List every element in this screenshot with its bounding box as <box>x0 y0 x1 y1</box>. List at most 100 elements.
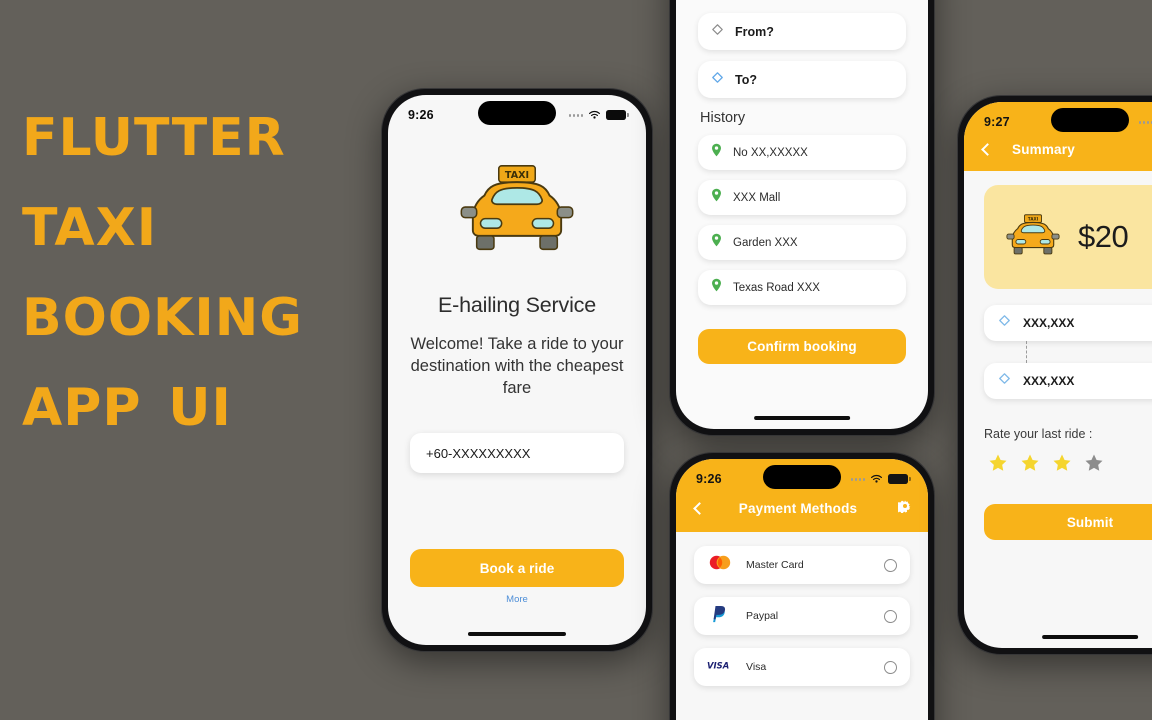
status-bar: 9:27 <box>964 102 1152 142</box>
location-diamond-icon <box>998 314 1011 332</box>
confirm-booking-button[interactable]: Confirm booking <box>698 329 906 364</box>
route-connector <box>1026 341 1027 363</box>
history-item-label: No XX,XXXXX <box>733 146 808 159</box>
status-indicators <box>568 109 629 121</box>
poster-title: Flutter Taxi Booking App UI <box>22 87 382 444</box>
phone-mockup-payment: 9:26 Payment Methods Master Card Paypal … <box>669 452 935 720</box>
history-item-label: Texas Road XXX <box>733 281 820 294</box>
pickup-location-label: XXX,XXX <box>1023 316 1075 330</box>
phone-mockup-summary: 9:27 Summary TAXI $20 XXX,XXX XXX,XXX Ra… <box>957 95 1152 655</box>
history-item[interactable]: Garden XXX <box>698 225 906 260</box>
signal-dots-icon <box>850 477 865 481</box>
location-diamond-icon <box>711 23 724 41</box>
taxi-car-icon: TAXI <box>459 161 575 257</box>
chevron-left-icon[interactable] <box>981 143 994 156</box>
payment-appbar: Payment Methods <box>676 499 928 532</box>
status-time: 9:26 <box>408 108 434 122</box>
star-icon-filled[interactable] <box>988 453 1008 478</box>
location-diamond-icon <box>998 372 1011 390</box>
payment-method-row[interactable]: Master Card <box>694 546 910 584</box>
history-item[interactable]: Texas Road XXX <box>698 270 906 305</box>
star-icon-filled[interactable] <box>1020 453 1040 478</box>
home-indicator <box>754 415 850 420</box>
home-screen: 9:26 TAXI E-hailing Service Welcome! Tak… <box>388 95 646 645</box>
title-line-1: Flutter <box>22 87 286 173</box>
status-bar: 9:26 <box>676 459 928 499</box>
fare-amount: $20 <box>1078 219 1129 254</box>
title-line-4: App UI <box>22 357 232 444</box>
phone-mockup-booking: From? To? History No XX,XXXXX XXX Mall G… <box>669 0 935 436</box>
booking-screen: From? To? History No XX,XXXXX XXX Mall G… <box>676 0 928 429</box>
dropoff-location-row[interactable]: XXX,XXX <box>984 363 1152 399</box>
payment-method-row[interactable]: Paypal <box>694 597 910 635</box>
status-indicators <box>1138 117 1152 128</box>
wifi-icon <box>870 474 883 484</box>
history-item[interactable]: No XX,XXXXX <box>698 135 906 170</box>
status-indicators <box>850 473 911 485</box>
payment-screen: 9:26 Payment Methods Master Card Paypal … <box>676 459 928 720</box>
map-pin-icon <box>711 143 722 162</box>
phone-mockup-home: 9:26 TAXI E-hailing Service Welcome! Tak… <box>381 88 653 652</box>
rating-label: Rate your last ride : <box>984 427 1093 441</box>
dropoff-location-label: XXX,XXX <box>1023 374 1075 388</box>
svg-text:TAXI: TAXI <box>1028 216 1039 221</box>
payment-method-label: Visa <box>746 661 767 673</box>
more-link[interactable]: More <box>506 594 528 605</box>
rating-stars[interactable] <box>984 453 1152 478</box>
payment-method-row[interactable]: VISA Visa <box>694 648 910 686</box>
visa-icon: VISA <box>707 658 733 676</box>
mastercard-icon <box>707 554 733 576</box>
svg-text:TAXI: TAXI <box>505 170 529 181</box>
appbar-title: Payment Methods <box>738 501 858 516</box>
dynamic-island <box>1051 108 1129 132</box>
payment-method-radio[interactable] <box>884 609 897 623</box>
summary-content: TAXI $20 XXX,XXX XXX,XXX Rate your last … <box>964 171 1152 648</box>
history-heading: History <box>700 110 746 126</box>
welcome-text: Welcome! Take a ride to your destination… <box>410 335 624 397</box>
battery-icon <box>888 473 911 485</box>
history-item-label: Garden XXX <box>733 236 798 249</box>
battery-icon <box>606 109 629 121</box>
pickup-location-row[interactable]: XXX,XXX <box>984 305 1152 341</box>
map-pin-icon <box>711 233 722 252</box>
map-pin-icon <box>711 188 722 207</box>
fare-card: TAXI $20 <box>984 185 1152 289</box>
submit-button[interactable]: Submit <box>984 504 1152 540</box>
location-diamond-icon <box>711 71 724 89</box>
home-content: TAXI E-hailing Service Welcome! Take a r… <box>388 135 646 645</box>
title-line-2: Taxi <box>22 177 158 264</box>
history-item-label: XXX Mall <box>733 191 781 204</box>
signal-dots-icon <box>1138 120 1152 124</box>
status-time: 9:26 <box>696 472 722 486</box>
signal-dots-icon <box>568 113 583 117</box>
payment-method-label: Master Card <box>746 559 804 571</box>
book-a-ride-button[interactable]: Book a ride <box>410 549 624 587</box>
payment-method-label: Paypal <box>746 610 779 622</box>
gear-icon[interactable] <box>896 499 912 518</box>
summary-appbar: Summary <box>964 142 1152 171</box>
svg-text:VISA: VISA <box>707 661 729 671</box>
home-indicator <box>467 631 567 636</box>
status-bar: 9:26 <box>388 95 646 135</box>
dynamic-island <box>478 101 556 125</box>
payment-methods-list: Master Card Paypal VISA Visa <box>676 532 928 699</box>
summary-screen: 9:27 Summary TAXI $20 XXX,XXX XXX,XXX Ra… <box>964 102 1152 648</box>
chevron-left-icon[interactable] <box>693 502 706 515</box>
star-icon-filled[interactable] <box>1052 453 1072 478</box>
from-field[interactable]: From? <box>698 13 906 50</box>
title-line-3: Booking <box>22 267 303 354</box>
payment-method-radio[interactable] <box>884 558 897 572</box>
payment-method-radio[interactable] <box>884 660 897 674</box>
dynamic-island <box>763 465 841 489</box>
paypal-icon <box>707 604 733 628</box>
wifi-icon <box>588 110 601 120</box>
to-field[interactable]: To? <box>698 61 906 98</box>
history-item[interactable]: XXX Mall <box>698 180 906 215</box>
page-title: E-hailing Service <box>438 293 596 317</box>
from-field-label: From? <box>735 24 774 39</box>
appbar-title: Summary <box>1012 142 1075 157</box>
booking-content: From? To? History No XX,XXXXX XXX Mall G… <box>698 0 906 364</box>
phone-number-input[interactable] <box>410 433 624 474</box>
taxi-car-icon: TAXI <box>1006 212 1060 263</box>
star-icon-empty[interactable] <box>1084 453 1104 478</box>
